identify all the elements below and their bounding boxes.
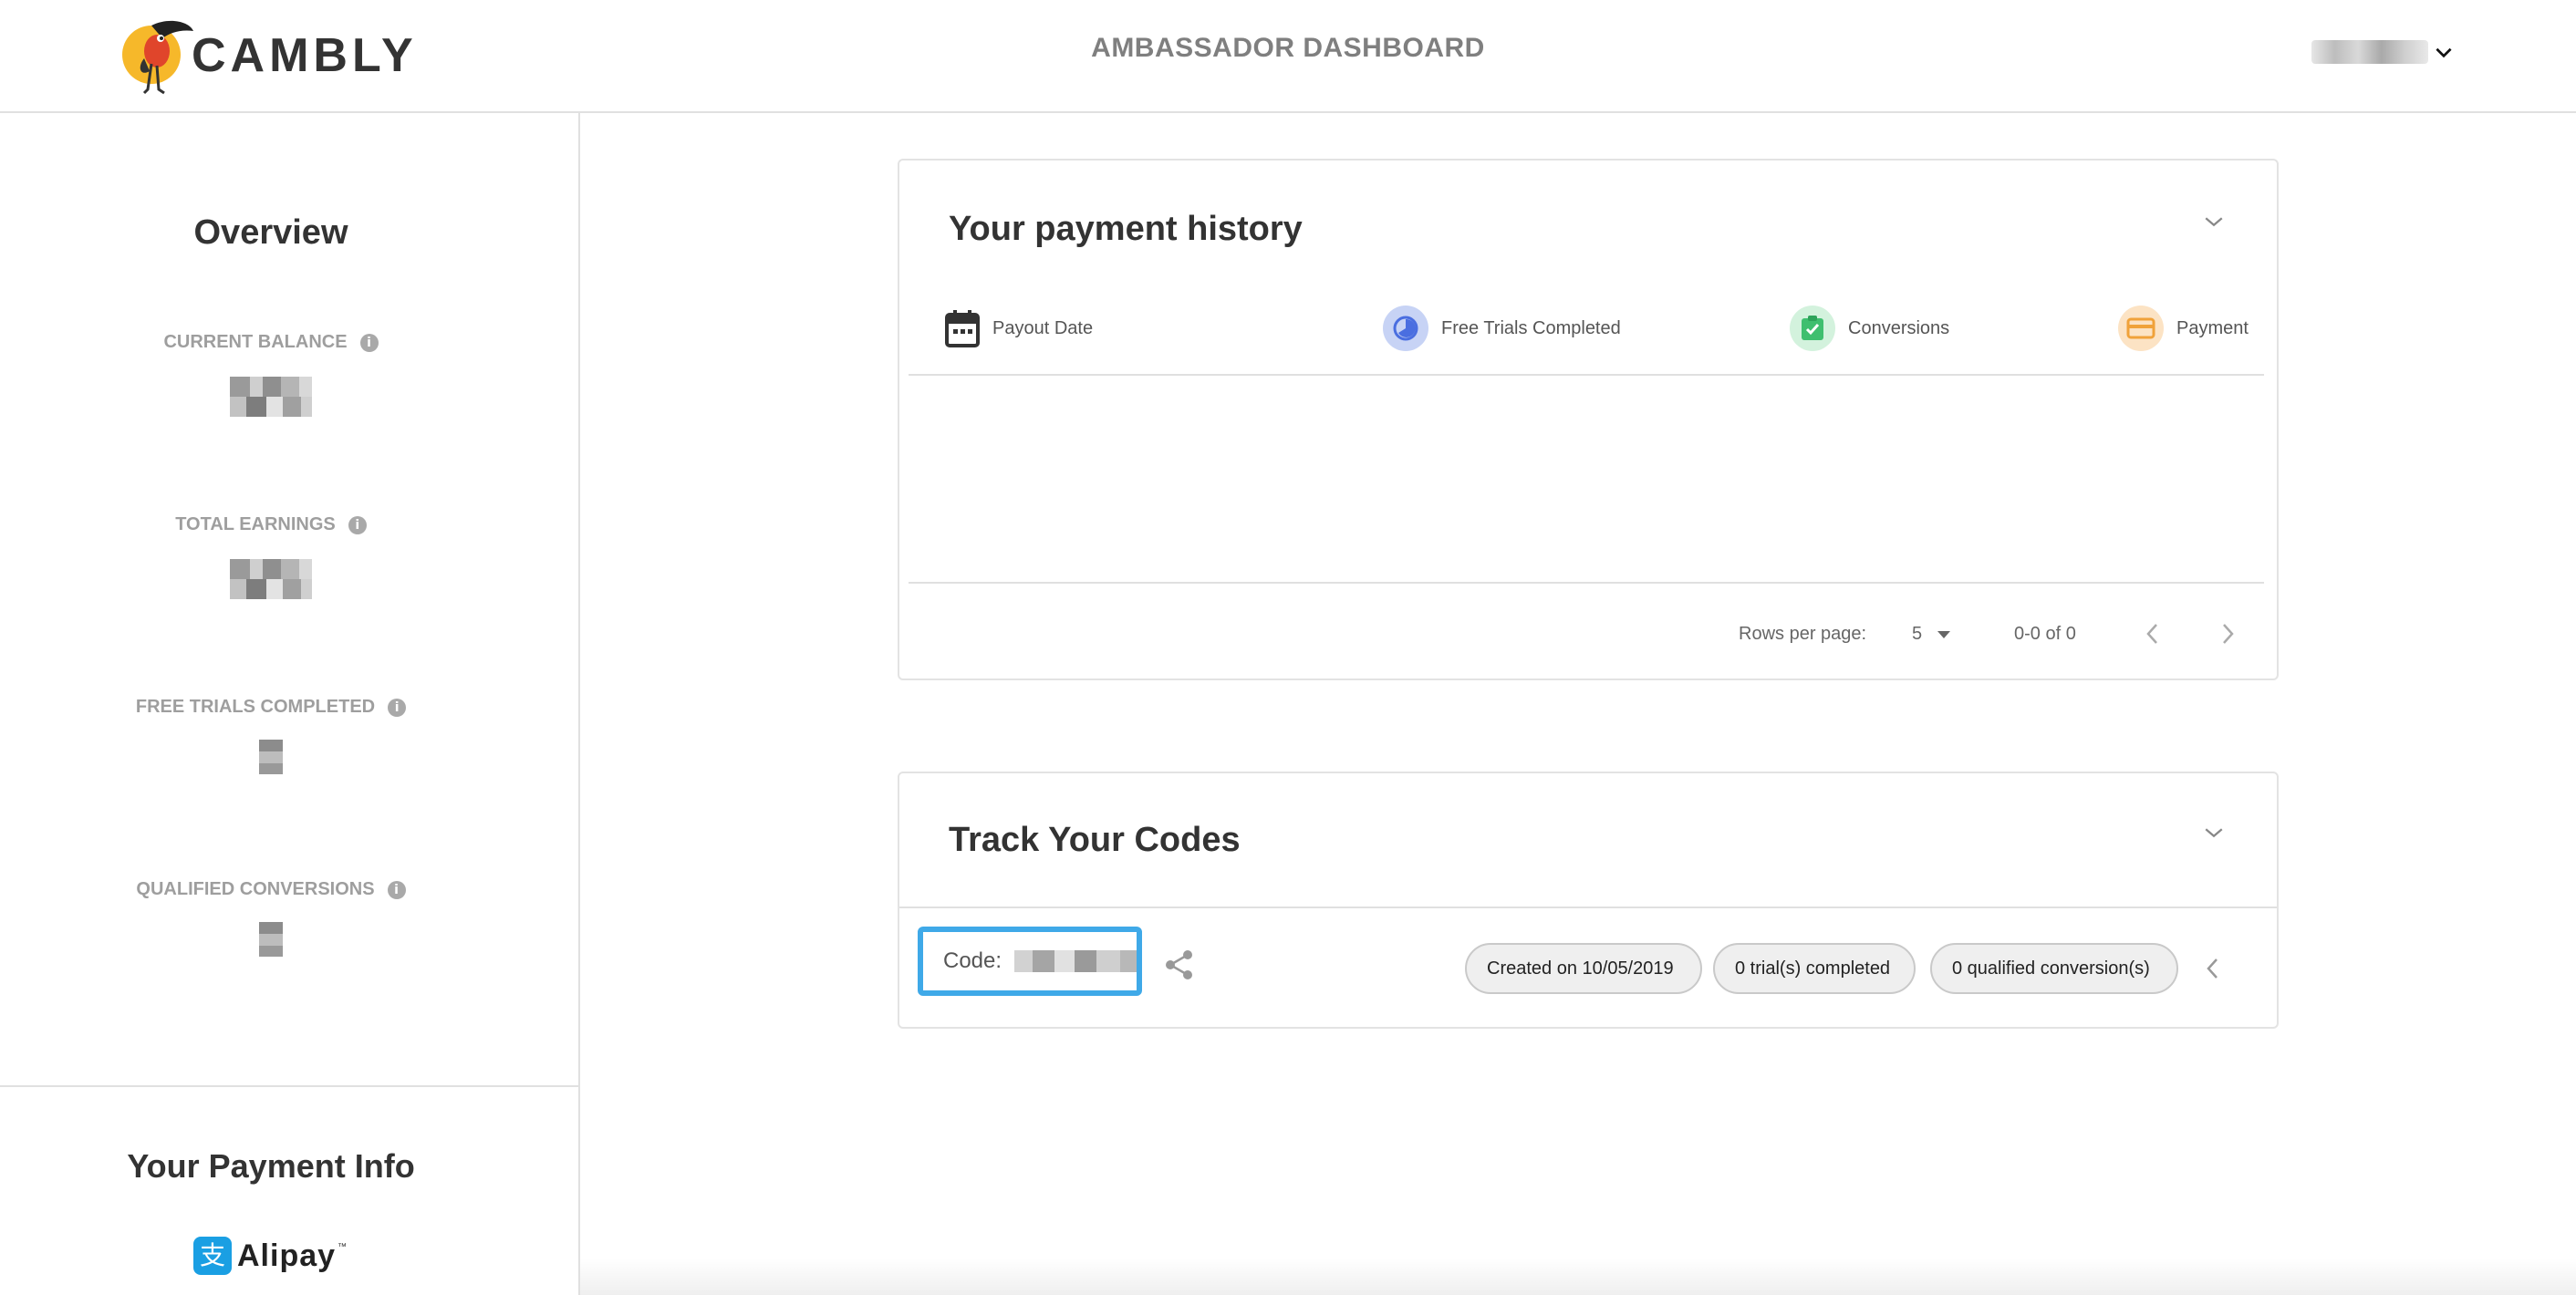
card-icon xyxy=(2118,306,2164,351)
top-header: CAMBLY AMBASSADOR DASHBOARD xyxy=(0,0,2576,113)
stat-label: CURRENT BALANCE i xyxy=(163,332,379,353)
pagination-range: 0-0 of 0 xyxy=(2014,624,2076,644)
code-value-redacted xyxy=(1014,950,1137,972)
stat-value-redacted xyxy=(259,740,283,774)
stat-total-earnings: TOTAL EARNINGS i xyxy=(0,514,542,599)
column-payment[interactable]: Payment xyxy=(2118,297,2249,359)
column-label: Payout Date xyxy=(992,317,1094,338)
bottom-shadow xyxy=(580,1259,2576,1295)
stat-value-redacted xyxy=(259,922,283,957)
sidebar: Overview CURRENT BALANCE i TOTAL EARNING… xyxy=(0,113,580,1295)
track-codes-card: Track Your Codes Code: Created on 10/05/… xyxy=(898,772,2279,1029)
column-payout-date[interactable]: Payout Date xyxy=(945,297,1093,359)
collapse-chevron-icon[interactable] xyxy=(2200,819,2228,846)
stat-qualified-conversions: QUALIFIED CONVERSIONS i xyxy=(0,879,542,957)
qualified-conversions-badge: 0 qualified conversion(s) xyxy=(1930,943,2178,994)
collapse-chevron-icon[interactable] xyxy=(2200,208,2228,235)
table-divider xyxy=(909,582,2264,584)
chevron-down-icon xyxy=(2436,47,2452,58)
column-label: Payment xyxy=(2176,317,2249,338)
trademark-mark: ™ xyxy=(338,1242,348,1252)
previous-page-icon[interactable] xyxy=(2144,622,2162,646)
stat-label: FREE TRIALS COMPLETED i xyxy=(136,697,407,718)
alipay-icon: 支 xyxy=(193,1237,232,1275)
info-icon[interactable]: i xyxy=(387,880,406,899)
check-icon xyxy=(1790,306,1835,351)
payment-method-name: Alipay xyxy=(237,1238,337,1273)
codes-divider xyxy=(899,906,2277,908)
rows-per-page-label: Rows per page: xyxy=(1739,624,1867,644)
column-free-trials-completed[interactable]: Free Trials Completed xyxy=(1383,297,1621,359)
table-pagination: Rows per page: 5 0-0 of 0 xyxy=(899,618,2277,651)
page-title: AMBASSADOR DASHBOARD xyxy=(1091,33,1485,63)
info-icon[interactable]: i xyxy=(348,515,367,534)
created-date-badge: Created on 10/05/2019 xyxy=(1465,943,1702,994)
overview-title: Overview xyxy=(193,213,348,252)
payment-info-title: Your Payment Info xyxy=(127,1147,415,1185)
rows-per-page-select[interactable]: 5 xyxy=(1912,624,1951,645)
stat-value-redacted xyxy=(217,559,325,599)
stat-free-trials-completed: FREE TRIALS COMPLETED i xyxy=(0,697,542,774)
referral-code-box[interactable]: Code: xyxy=(918,927,1142,996)
stat-label: QUALIFIED CONVERSIONS i xyxy=(136,879,406,900)
alipay-logo: 支 Alipay ™ xyxy=(193,1237,347,1275)
clock-icon xyxy=(1383,306,1428,351)
stat-value-redacted xyxy=(217,377,325,417)
stat-current-balance: CURRENT BALANCE i xyxy=(0,332,542,417)
user-menu[interactable] xyxy=(2311,40,2456,64)
calendar-icon xyxy=(945,310,980,347)
share-icon[interactable] xyxy=(1164,948,1195,981)
track-codes-title: Track Your Codes xyxy=(949,821,1241,859)
payment-table-header: Payout Date Free Trials Completed Conver… xyxy=(909,297,2264,376)
info-icon[interactable]: i xyxy=(388,698,407,717)
sidebar-divider xyxy=(0,1085,578,1087)
column-conversions[interactable]: Conversions xyxy=(1790,297,1949,359)
stat-label: TOTAL EARNINGS i xyxy=(175,514,367,535)
info-icon[interactable]: i xyxy=(359,333,379,352)
code-label: Code: xyxy=(943,948,1002,973)
next-page-icon[interactable] xyxy=(2218,622,2237,646)
chevron-left-icon[interactable] xyxy=(2202,956,2224,981)
trials-completed-badge: 0 trial(s) completed xyxy=(1713,943,1916,994)
payment-history-card: Your payment history Payout Date Free Tr… xyxy=(898,159,2279,680)
column-label: Free Trials Completed xyxy=(1441,317,1621,338)
caret-down-icon xyxy=(1937,630,1951,638)
user-name-redacted xyxy=(2311,40,2428,64)
payment-history-title: Your payment history xyxy=(949,210,1303,248)
column-label: Conversions xyxy=(1848,317,1950,338)
